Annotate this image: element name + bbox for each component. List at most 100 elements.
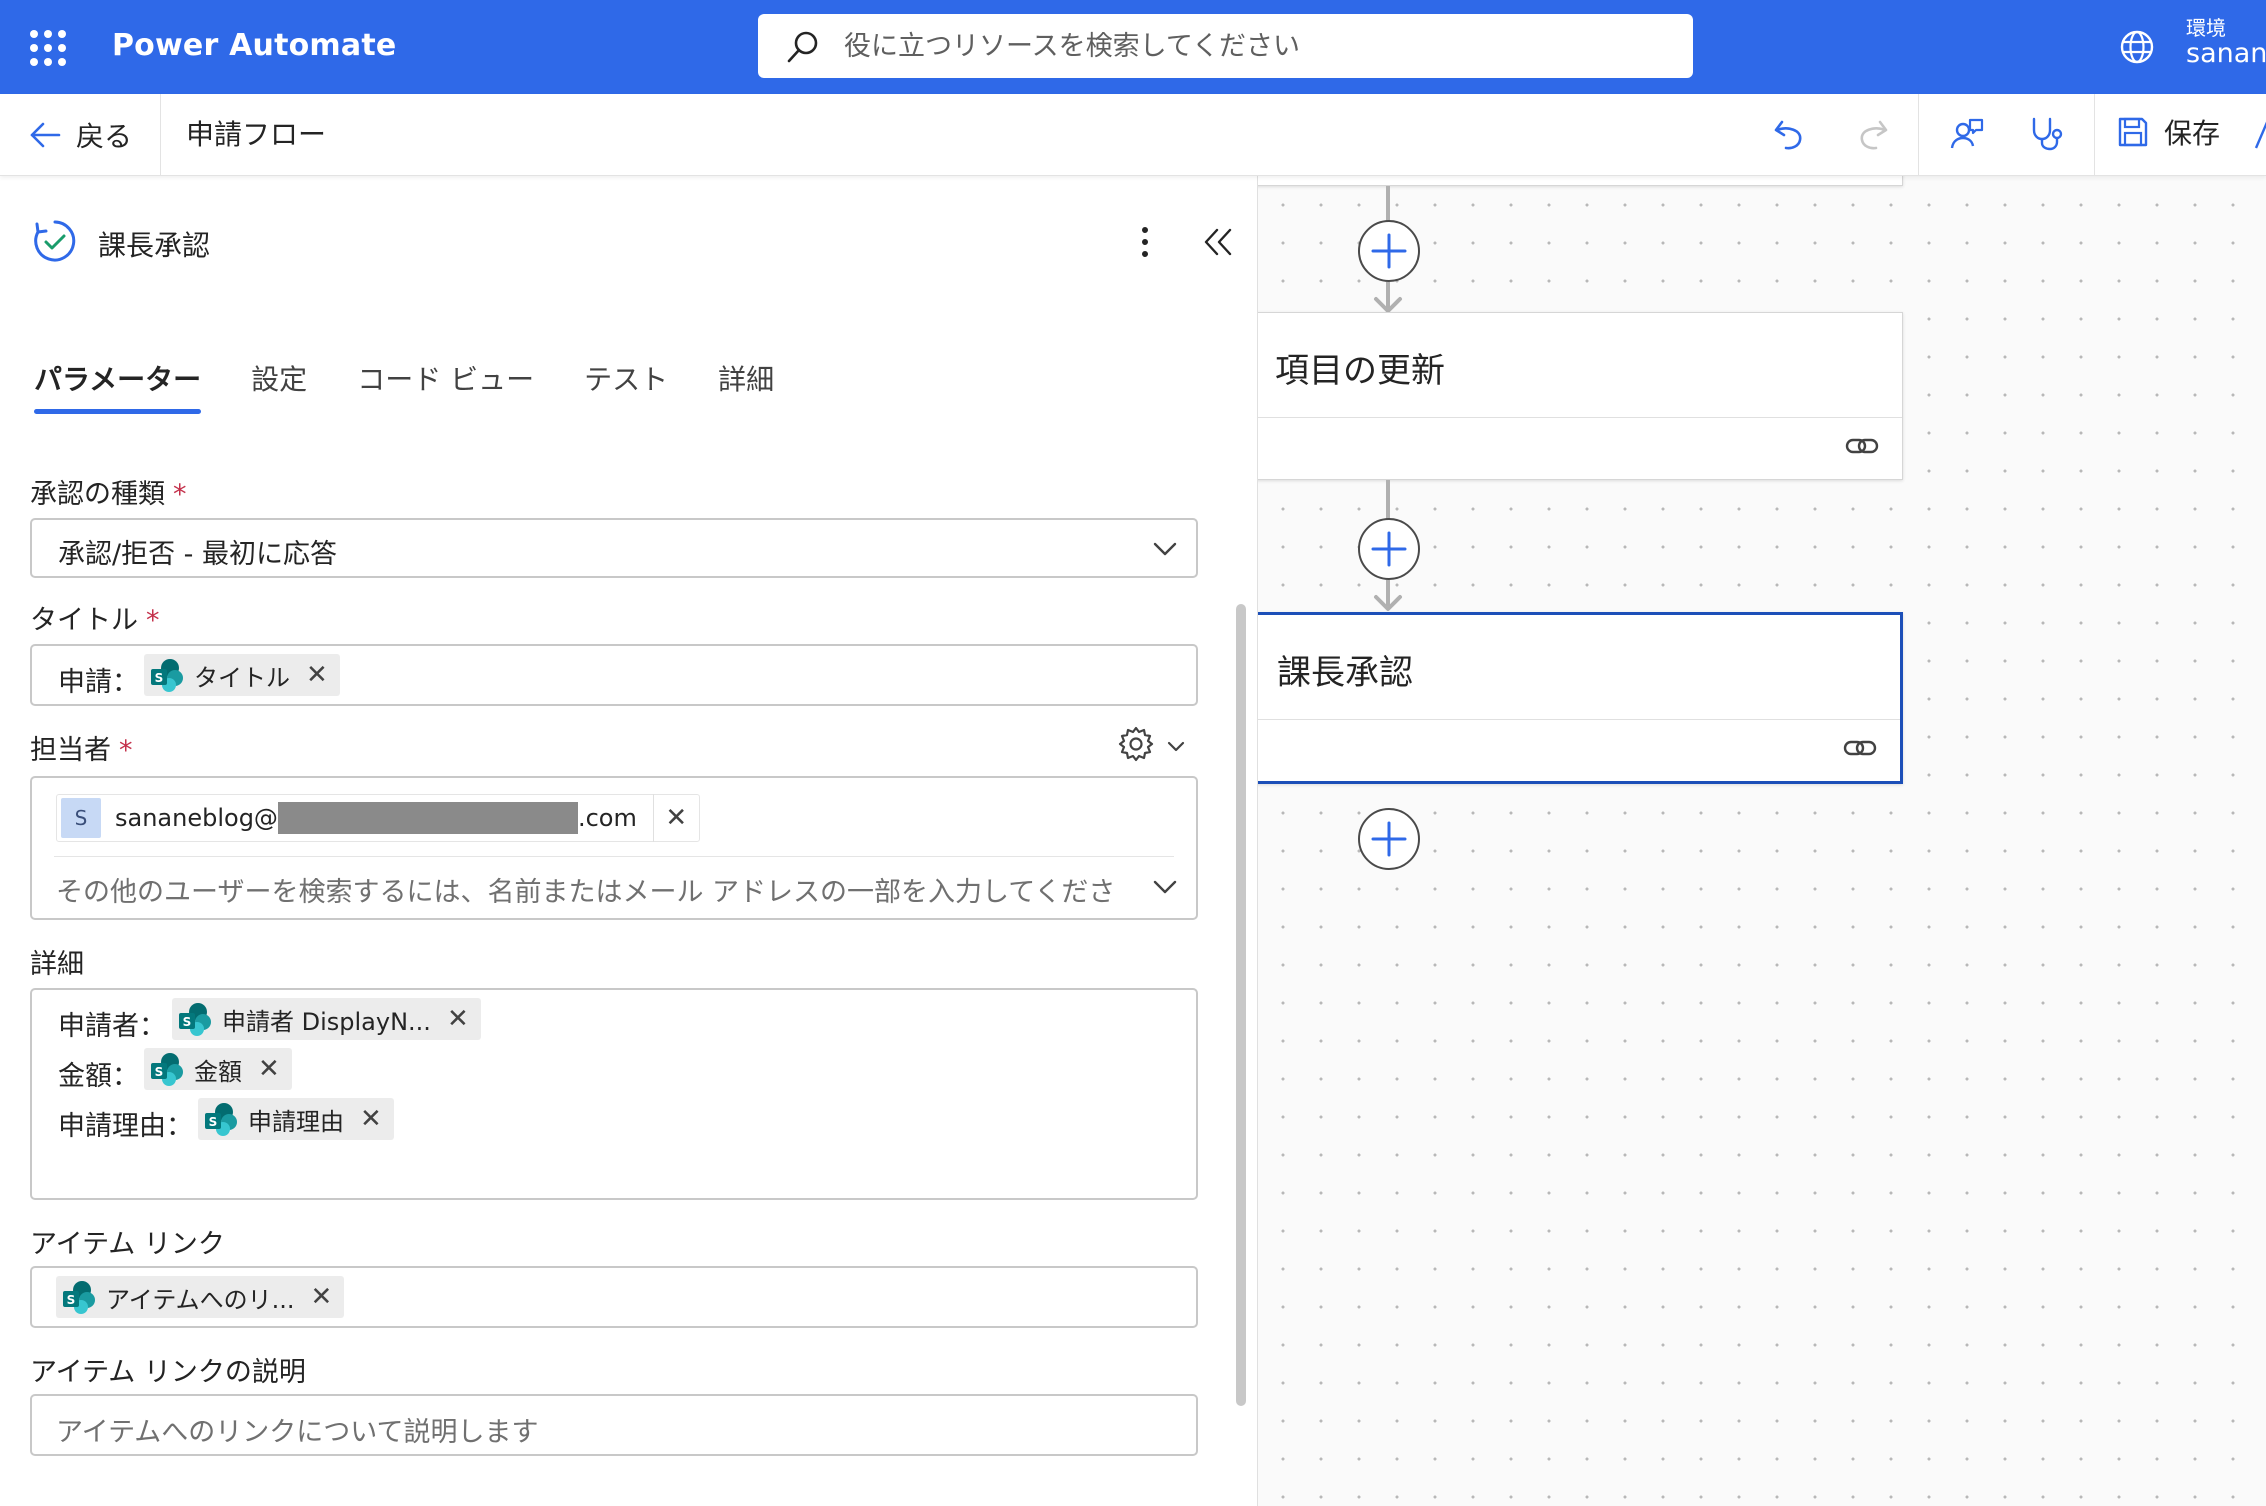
remove-person-icon[interactable]: ✕ [652,794,699,842]
action-config-panel: 課長承認 パラメーター 設定 コード ビュー テスト 詳細 承認の種類 * 承認/… [0,176,1258,1506]
flow-checker-icon[interactable] [2026,114,2066,154]
search-icon [787,31,818,63]
tab-settings[interactable]: 設定 [251,354,307,414]
details-line-prefix: 申請理由： [58,1111,193,1142]
details-field[interactable]: 申請者： S 申請者 DisplayN... ✕ 金額： S 金額 ✕ 申請理由… [30,988,1198,1200]
token-label: タイトル [194,663,290,692]
more-options-icon[interactable] [1130,222,1160,262]
top-bar: Power Automate 環境 sanan [0,0,2266,94]
copilot-person-icon[interactable] [1946,114,1986,154]
remove-token-icon[interactable]: ✕ [306,660,328,690]
title-label: タイトル * [30,605,160,636]
details-line-prefix: 申請者： [58,1011,166,1042]
plus-icon [1371,531,1407,567]
svg-text:S: S [67,1293,76,1307]
gear-icon[interactable] [1116,724,1156,764]
save-button[interactable]: 保存 [2116,112,2220,152]
assignee-label: 担当者 * [30,735,133,766]
details-label: 詳細 [30,949,84,980]
tab-details[interactable]: 詳細 [718,354,774,414]
divider [1918,94,1919,176]
dynamic-content-token[interactable]: S 申請者 DisplayN... ✕ [172,998,481,1040]
token-label: 金額 [194,1057,242,1086]
plus-icon [1371,821,1407,857]
search-input[interactable] [844,24,1664,68]
email-domain-suffix: .com [577,804,637,832]
previous-action-card[interactable] [1258,176,1903,186]
svg-text:S: S [155,671,164,685]
dynamic-content-token[interactable]: S 申請理由 ✕ [198,1098,394,1140]
avatar: S [61,798,101,838]
tab-code-view[interactable]: コード ビュー [357,354,534,414]
card-title: 課長承認 [1277,653,1413,693]
arrow-left-icon [30,122,61,148]
undo-icon[interactable] [1770,114,1810,154]
divider [2094,94,2095,176]
save-icon [2118,117,2148,147]
environment-name[interactable]: sanan [2186,38,2266,69]
token-label: アイテムへのリ... [106,1285,295,1314]
panel-scrollbar[interactable] [1232,424,1250,1406]
link-icon [1843,740,1877,756]
sharepoint-icon: S [151,659,183,692]
connector-line [1386,480,1390,520]
collapse-panel-icon[interactable] [1200,224,1236,260]
redo-icon[interactable] [1852,114,1892,154]
item-link-field[interactable]: S アイテムへのリ... ✕ [30,1266,1198,1328]
required-mark: * [119,735,133,766]
globe-icon[interactable] [2118,28,2156,66]
token-label: 申請者 DisplayN... [222,1007,431,1036]
people-search-input[interactable]: その他のユーザーを検索するには、名前またはメール アドレスの一部を入力してくださ [56,870,1136,909]
back-label: 戻る [76,120,133,153]
dynamic-content-token[interactable]: S 金額 ✕ [144,1048,292,1090]
command-bar: 戻る 申請フロー 保存 [0,94,2266,176]
flow-name[interactable]: 申請フロー [186,114,326,156]
save-label: 保存 [2164,117,2221,150]
app-launcher-icon[interactable] [30,30,66,66]
search-box[interactable] [758,14,1693,78]
remove-token-icon[interactable]: ✕ [311,1282,333,1312]
title-prefix: 申請： [58,667,139,698]
tab-parameters[interactable]: パラメーター [34,354,202,414]
action-card-update-item[interactable]: 項目の更新 [1258,312,1903,480]
panel-tabs: パラメーター 設定 コード ビュー テスト 詳細 [34,354,824,424]
token-label: 申請理由 [248,1107,344,1136]
remove-token-icon[interactable]: ✕ [360,1104,382,1134]
svg-text:S: S [209,1115,218,1129]
add-step-button[interactable] [1358,220,1420,282]
details-line-prefix: 金額： [58,1061,139,1092]
item-link-description-placeholder: アイテムへのリンクについて説明します [56,1417,539,1448]
assignee-field[interactable]: S sananeblog@ .com ✕ その他のユーザーを検索するには、名前ま… [30,776,1198,920]
tab-test[interactable]: テスト [584,354,668,414]
app-name[interactable]: Power Automate [112,28,396,63]
test-icon[interactable] [2250,114,2266,154]
back-button[interactable]: 戻る [28,114,132,156]
remove-token-icon[interactable]: ✕ [258,1054,280,1084]
add-step-button[interactable] [1358,808,1420,870]
dynamic-content-token[interactable]: S アイテムへのリ... ✕ [56,1276,345,1318]
sharepoint-icon: S [179,1003,211,1036]
chevron-down-icon[interactable] [1164,734,1188,758]
chevron-down-icon [1153,542,1177,556]
chevron-down-icon[interactable] [1150,872,1180,902]
title-field[interactable]: 申請： S タイトル ✕ [30,644,1198,706]
divider [160,94,161,176]
item-link-description-input[interactable]: アイテムへのリンクについて説明します [30,1394,1198,1456]
arrow-down-icon [1374,595,1402,611]
svg-text:S: S [183,1015,192,1029]
remove-token-icon[interactable]: ✕ [447,1004,469,1034]
required-mark: * [146,605,160,636]
person-token[interactable]: S sananeblog@ .com ✕ [56,794,700,842]
add-step-button[interactable] [1358,518,1420,580]
approval-type-select[interactable]: 承認/拒否 - 最初に応答 [30,518,1198,578]
card-title: 項目の更新 [1275,351,1445,391]
scrollbar-thumb[interactable] [1236,604,1246,1406]
action-card-manager-approval[interactable]: 課長承認 [1258,612,1903,784]
flow-designer-canvas[interactable]: 項目の更新 課長承認 [1258,176,2266,1506]
sharepoint-icon: S [205,1103,237,1136]
sharepoint-icon: S [151,1053,183,1086]
dynamic-content-token[interactable]: S タイトル ✕ [144,654,340,696]
panel-title[interactable]: 課長承認 [98,224,210,264]
divider [1258,719,1900,720]
link-icon [1845,438,1879,454]
